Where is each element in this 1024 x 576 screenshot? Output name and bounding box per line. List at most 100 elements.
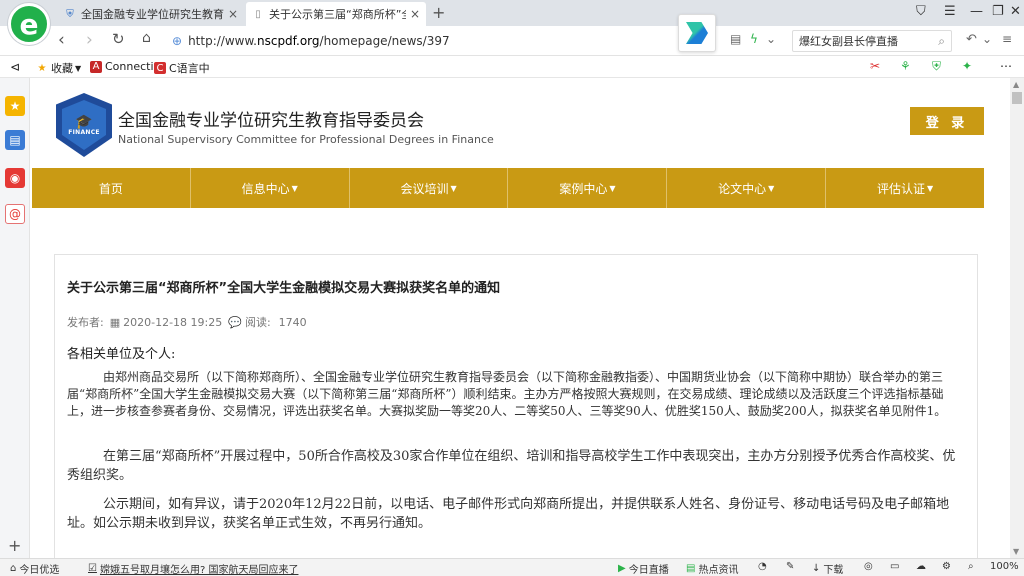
pin-icon[interactable]: ✎ bbox=[786, 561, 794, 572]
add-icon[interactable]: + bbox=[8, 536, 21, 555]
comment-icon: 💬 bbox=[228, 315, 242, 329]
address-toolbar: ‹ › ↻ ⌂ ⊕ http://www. nscpdf.org/homepage… bbox=[0, 26, 1024, 56]
cloud-icon[interactable]: ☁ bbox=[916, 561, 926, 572]
web-page: 🎓 FINANCE 全国金融专业学位研究生教育指导委员会 National Su… bbox=[30, 78, 1010, 558]
bookmark-connecti[interactable]: A Connecti bbox=[90, 60, 154, 73]
address-bar[interactable]: ⊕ http://www. nscpdf.org/homepage/news/39… bbox=[172, 30, 722, 52]
url-path: /homepage/news/397 bbox=[319, 34, 450, 48]
site-title[interactable]: 全国金融专业学位研究生教育指导委员会 bbox=[118, 106, 424, 131]
nav-label: 案例中心 bbox=[559, 181, 608, 196]
main-nav: 首页 信息中心 ▼ 会议培训 ▼ 案例中心 ▼ 论文中心 ▼ 评估认证 ▼ bbox=[32, 168, 984, 208]
zoom-level[interactable]: 100% bbox=[990, 561, 1019, 572]
scroll-down-icon[interactable]: ▼ bbox=[1013, 547, 1019, 556]
weibo-icon[interactable]: ◉ bbox=[5, 168, 25, 188]
caret-down-icon: ▼ bbox=[609, 183, 616, 193]
email-icon[interactable]: @ bbox=[5, 204, 25, 224]
game-icon[interactable]: ✦ bbox=[962, 59, 972, 73]
shirt-skin-icon[interactable]: ⛉ bbox=[916, 4, 926, 19]
arrow-logo-icon bbox=[686, 22, 708, 44]
undo-icon[interactable]: ↶ bbox=[966, 32, 977, 47]
scissors-icon[interactable]: ✂ bbox=[870, 59, 880, 73]
lightning-icon[interactable]: ϟ bbox=[750, 32, 758, 46]
settings-icon[interactable]: ⚙ bbox=[942, 561, 951, 572]
new-tab-icon[interactable]: + bbox=[432, 3, 445, 22]
scroll-up-icon[interactable]: ▲ bbox=[1013, 80, 1019, 89]
paragraph: 在第三届“郑商所杯”开展过程中，50所合作高校及30家合作单位在组织、培训和指导… bbox=[67, 449, 956, 483]
today-live[interactable]: ▶ 今日直播 bbox=[618, 561, 669, 576]
shield-icon[interactable]: ⛨ bbox=[932, 59, 941, 74]
nav-evaluation[interactable]: 评估认证 ▼ bbox=[826, 168, 984, 208]
status-label: 热点资讯 bbox=[698, 565, 739, 576]
back-icon[interactable]: ‹ bbox=[58, 30, 65, 50]
logo-letter: e bbox=[19, 7, 39, 41]
vertical-scrollbar[interactable]: ▲ ▼ bbox=[1010, 78, 1024, 558]
views-label: 阅读: bbox=[244, 316, 271, 329]
bookmark-favorites[interactable]: ★ 收藏 ▼ bbox=[36, 60, 82, 76]
login-button[interactable]: 登 录 bbox=[910, 107, 984, 135]
url-domain: nscpdf.org bbox=[256, 34, 320, 48]
news-text: 嫦娥五号取月壤怎么用? 国家航天局回应来了 bbox=[99, 565, 299, 576]
article-meta: 发布者: ▦ 2020-12-18 19:25 💬 阅读: 1740 bbox=[67, 314, 307, 330]
search-icon[interactable]: ⌕ bbox=[968, 561, 974, 572]
browser-logo-icon[interactable]: e bbox=[8, 3, 50, 45]
publish-date: 2020-12-18 19:25 bbox=[123, 315, 223, 329]
bookmark-favicon-icon: C bbox=[154, 62, 166, 74]
bookmark-label: Connecti bbox=[105, 60, 154, 73]
article-title: 关于公示第三届“郑商所杯”全国大学生金融模拟交易大赛拟获奖名单的通知 bbox=[67, 281, 501, 296]
close-icon[interactable]: × bbox=[228, 7, 238, 21]
window-close-icon[interactable]: ✕ bbox=[1010, 4, 1021, 19]
nav-info-center[interactable]: 信息中心 ▼ bbox=[191, 168, 350, 208]
news-ticker[interactable]: ☑ 嫦娥五号取月壤怎么用? 国家航天局回应来了 bbox=[88, 561, 298, 576]
reading-list-icon[interactable]: ▤ bbox=[5, 130, 25, 150]
sidebar-toggle-icon[interactable]: ⊲ bbox=[10, 60, 20, 74]
minimize-icon[interactable]: — bbox=[970, 4, 983, 19]
nav-meetings[interactable]: 会议培训 ▼ bbox=[350, 168, 509, 208]
extension-popup-icon[interactable] bbox=[678, 14, 716, 52]
scroll-thumb[interactable] bbox=[1012, 92, 1022, 104]
browser-sidebar: ★ ▤ ◉ @ + bbox=[0, 78, 30, 558]
caret-down-icon: ▼ bbox=[926, 183, 934, 193]
chevron-down-icon[interactable]: ⌄ bbox=[982, 32, 992, 46]
more-menu-icon[interactable]: ≡ bbox=[1002, 32, 1012, 46]
nav-label: 评估认证 bbox=[876, 181, 925, 196]
status-label: 今日优选 bbox=[19, 565, 60, 576]
nav-papers[interactable]: 论文中心 ▼ bbox=[667, 168, 827, 208]
hot-news[interactable]: ▤ 热点资讯 bbox=[686, 561, 738, 576]
nav-home[interactable]: 首页 bbox=[32, 168, 191, 208]
favorites-star-icon[interactable]: ★ bbox=[5, 96, 25, 116]
menu-icon[interactable]: ☰ bbox=[944, 4, 956, 19]
finance-logo-icon[interactable]: 🎓 FINANCE bbox=[56, 93, 112, 157]
close-icon[interactable]: × bbox=[410, 7, 420, 21]
status-label: 今日直播 bbox=[628, 565, 669, 576]
bookmark-c-language[interactable]: C C语言中 bbox=[154, 60, 210, 76]
tab-article[interactable]: ▯ 关于公示第三届“郑商所杯”全国大 × bbox=[246, 2, 426, 26]
tab-title: 关于公示第三届“郑商所杯”全国大 bbox=[269, 8, 406, 21]
article-panel: 关于公示第三届“郑商所杯”全国大学生金融模拟交易大赛拟获奖名单的通知 发布者: … bbox=[54, 254, 978, 558]
globe-icon: ⊕ bbox=[172, 34, 183, 48]
home-icon[interactable]: ⌂ bbox=[142, 30, 151, 46]
views-count: 1740 bbox=[278, 315, 307, 329]
url-prefix: http://www. bbox=[188, 34, 257, 48]
search-input[interactable]: 爆红女副县长停直播 ⌕ bbox=[792, 30, 952, 52]
restore-icon[interactable]: ❐ bbox=[992, 4, 1004, 19]
download-item[interactable]: ↓ 下载 bbox=[812, 561, 843, 576]
nav-cases[interactable]: 案例中心 ▼ bbox=[508, 168, 668, 208]
today-picks[interactable]: ⌂ 今日优选 bbox=[10, 561, 59, 576]
search-text: 爆红女副县长停直播 bbox=[799, 35, 898, 48]
reader-mode-icon[interactable]: ▤ bbox=[730, 32, 741, 46]
translate-icon[interactable]: ⚘ bbox=[900, 59, 911, 73]
tab-strip: ⛨ 全国金融专业学位研究生教育指导 × ▯ 关于公示第三届“郑商所杯”全国大 ×… bbox=[0, 0, 1024, 26]
chevron-down-icon[interactable]: ⌄ bbox=[766, 32, 776, 46]
graduation-cap-icon: 🎓 bbox=[75, 113, 93, 130]
screen-icon[interactable]: ▭ bbox=[890, 561, 899, 572]
forward-icon[interactable]: › bbox=[86, 30, 93, 50]
more-icon[interactable]: ⋯ bbox=[1000, 59, 1012, 73]
nav-label: 论文中心 bbox=[718, 181, 767, 196]
clock-icon[interactable]: ◔ bbox=[758, 561, 767, 572]
reload-icon[interactable]: ↻ bbox=[112, 30, 125, 48]
tab-title: 全国金融专业学位研究生教育指导 bbox=[81, 8, 224, 21]
tab-nscpdf-home[interactable]: ⛨ 全国金融专业学位研究生教育指导 × bbox=[58, 2, 244, 26]
search-icon[interactable]: ⌕ bbox=[938, 34, 945, 49]
news-icon: ▤ bbox=[686, 563, 696, 574]
sound-icon[interactable]: ◎ bbox=[864, 561, 873, 572]
